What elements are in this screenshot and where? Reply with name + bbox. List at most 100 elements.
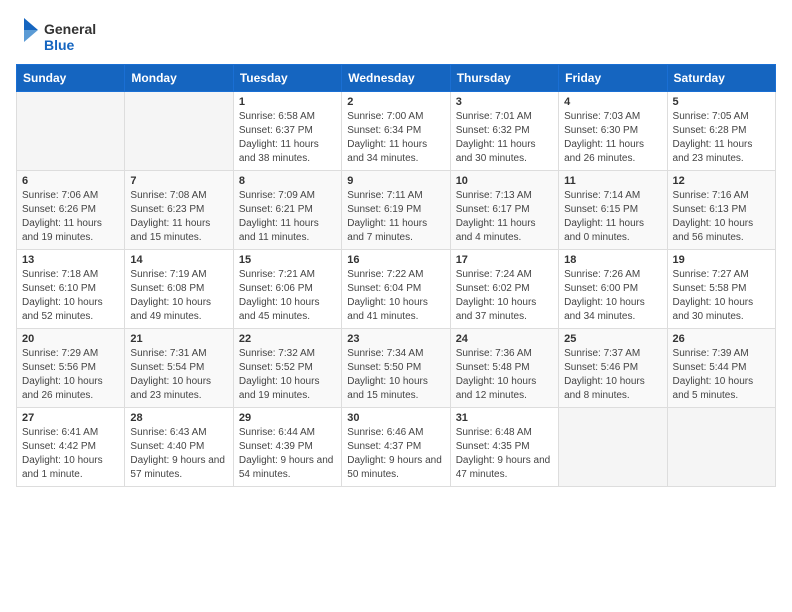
calendar: SundayMondayTuesdayWednesdayThursdayFrid… bbox=[16, 64, 776, 487]
day-cell: 7 Sunrise: 7:08 AMSunset: 6:23 PMDaylight… bbox=[125, 171, 233, 250]
day-number: 16 bbox=[347, 254, 444, 266]
day-number: 7 bbox=[130, 175, 227, 187]
day-info: Sunrise: 7:29 AMSunset: 5:56 PMDaylight:… bbox=[22, 347, 119, 403]
day-number: 2 bbox=[347, 96, 444, 108]
day-cell: 24 Sunrise: 7:36 AMSunset: 5:48 PMDayligh… bbox=[450, 329, 558, 408]
day-number: 12 bbox=[673, 175, 770, 187]
day-cell: 17 Sunrise: 7:24 AMSunset: 6:02 PMDayligh… bbox=[450, 250, 558, 329]
day-cell: 3 Sunrise: 7:01 AMSunset: 6:32 PMDaylight… bbox=[450, 92, 558, 171]
day-info: Sunrise: 7:21 AMSunset: 6:06 PMDaylight:… bbox=[239, 268, 336, 324]
day-cell: 11 Sunrise: 7:14 AMSunset: 6:15 PMDayligh… bbox=[559, 171, 667, 250]
day-cell: 20 Sunrise: 7:29 AMSunset: 5:56 PMDayligh… bbox=[17, 329, 125, 408]
day-cell: 27Sunrise: 6:41 AMSunset: 4:42 PMDayligh… bbox=[17, 408, 125, 487]
day-info: Sunrise: 6:58 AMSunset: 6:37 PMDaylight:… bbox=[239, 110, 336, 166]
day-info: Sunrise: 7:01 AMSunset: 6:32 PMDaylight:… bbox=[456, 110, 553, 166]
day-info: Sunrise: 7:16 AMSunset: 6:13 PMDaylight:… bbox=[673, 189, 770, 245]
day-info: Sunrise: 7:18 AMSunset: 6:10 PMDaylight:… bbox=[22, 268, 119, 324]
day-number: 19 bbox=[673, 254, 770, 266]
day-cell: 8 Sunrise: 7:09 AMSunset: 6:21 PMDaylight… bbox=[233, 171, 341, 250]
day-info: Sunrise: 7:31 AMSunset: 5:54 PMDaylight:… bbox=[130, 347, 227, 403]
day-number: 23 bbox=[347, 333, 444, 345]
day-cell bbox=[125, 92, 233, 171]
col-header-thursday: Thursday bbox=[450, 65, 558, 92]
col-header-friday: Friday bbox=[559, 65, 667, 92]
day-cell: 13 Sunrise: 7:18 AMSunset: 6:10 PMDayligh… bbox=[17, 250, 125, 329]
day-info: Sunrise: 7:26 AMSunset: 6:00 PMDaylight:… bbox=[564, 268, 661, 324]
day-number: 22 bbox=[239, 333, 336, 345]
week-row-5: 27Sunrise: 6:41 AMSunset: 4:42 PMDayligh… bbox=[17, 408, 776, 487]
day-number: 17 bbox=[456, 254, 553, 266]
day-number: 26 bbox=[673, 333, 770, 345]
day-info: Sunrise: 7:05 AMSunset: 6:28 PMDaylight:… bbox=[673, 110, 770, 166]
col-header-saturday: Saturday bbox=[667, 65, 775, 92]
day-info: Sunrise: 7:36 AMSunset: 5:48 PMDaylight:… bbox=[456, 347, 553, 403]
day-info: Sunrise: 7:39 AMSunset: 5:44 PMDaylight:… bbox=[673, 347, 770, 403]
day-cell bbox=[17, 92, 125, 171]
day-cell: 22 Sunrise: 7:32 AMSunset: 5:52 PMDayligh… bbox=[233, 329, 341, 408]
day-info: Sunrise: 7:08 AMSunset: 6:23 PMDaylight:… bbox=[130, 189, 227, 245]
week-row-3: 13 Sunrise: 7:18 AMSunset: 6:10 PMDayligh… bbox=[17, 250, 776, 329]
week-row-2: 6 Sunrise: 7:06 AMSunset: 6:26 PMDaylight… bbox=[17, 171, 776, 250]
day-info: Sunrise: 7:22 AMSunset: 6:04 PMDaylight:… bbox=[347, 268, 444, 324]
day-cell: 2 Sunrise: 7:00 AMSunset: 6:34 PMDaylight… bbox=[342, 92, 450, 171]
day-cell bbox=[667, 408, 775, 487]
day-info: Sunrise: 7:32 AMSunset: 5:52 PMDaylight:… bbox=[239, 347, 336, 403]
day-info: Sunrise: 7:19 AMSunset: 6:08 PMDaylight:… bbox=[130, 268, 227, 324]
day-number: 10 bbox=[456, 175, 553, 187]
day-info: Sunrise: 7:14 AMSunset: 6:15 PMDaylight:… bbox=[564, 189, 661, 245]
day-info: Sunrise: 6:48 AMSunset: 4:35 PMDaylight:… bbox=[456, 426, 553, 482]
day-number: 20 bbox=[22, 333, 119, 345]
col-header-tuesday: Tuesday bbox=[233, 65, 341, 92]
header: GeneralBlue bbox=[16, 16, 776, 56]
svg-text:Blue: Blue bbox=[44, 37, 75, 53]
day-number: 6 bbox=[22, 175, 119, 187]
day-cell: 6 Sunrise: 7:06 AMSunset: 6:26 PMDaylight… bbox=[17, 171, 125, 250]
day-cell: 14Sunrise: 7:19 AMSunset: 6:08 PMDayligh… bbox=[125, 250, 233, 329]
day-info: Sunrise: 7:27 AMSunset: 5:58 PMDaylight:… bbox=[673, 268, 770, 324]
day-number: 1 bbox=[239, 96, 336, 108]
day-number: 30 bbox=[347, 412, 444, 424]
day-cell: 10 Sunrise: 7:13 AMSunset: 6:17 PMDayligh… bbox=[450, 171, 558, 250]
day-cell: 25Sunrise: 7:37 AMSunset: 5:46 PMDayligh… bbox=[559, 329, 667, 408]
week-row-1: 1 Sunrise: 6:58 AMSunset: 6:37 PMDaylight… bbox=[17, 92, 776, 171]
day-cell: 1 Sunrise: 6:58 AMSunset: 6:37 PMDaylight… bbox=[233, 92, 341, 171]
day-cell: 30Sunrise: 6:46 AMSunset: 4:37 PMDayligh… bbox=[342, 408, 450, 487]
col-header-sunday: Sunday bbox=[17, 65, 125, 92]
day-number: 5 bbox=[673, 96, 770, 108]
day-number: 21 bbox=[130, 333, 227, 345]
day-info: Sunrise: 7:03 AMSunset: 6:30 PMDaylight:… bbox=[564, 110, 661, 166]
day-number: 15 bbox=[239, 254, 336, 266]
day-number: 28 bbox=[130, 412, 227, 424]
day-number: 4 bbox=[564, 96, 661, 108]
day-cell: 18Sunrise: 7:26 AMSunset: 6:00 PMDayligh… bbox=[559, 250, 667, 329]
day-cell: 26 Sunrise: 7:39 AMSunset: 5:44 PMDayligh… bbox=[667, 329, 775, 408]
col-header-monday: Monday bbox=[125, 65, 233, 92]
day-number: 25 bbox=[564, 333, 661, 345]
day-number: 24 bbox=[456, 333, 553, 345]
day-cell: 31Sunrise: 6:48 AMSunset: 4:35 PMDayligh… bbox=[450, 408, 558, 487]
day-cell: 12 Sunrise: 7:16 AMSunset: 6:13 PMDayligh… bbox=[667, 171, 775, 250]
day-info: Sunrise: 7:24 AMSunset: 6:02 PMDaylight:… bbox=[456, 268, 553, 324]
day-cell: 23 Sunrise: 7:34 AMSunset: 5:50 PMDayligh… bbox=[342, 329, 450, 408]
day-number: 3 bbox=[456, 96, 553, 108]
day-number: 13 bbox=[22, 254, 119, 266]
day-info: Sunrise: 6:41 AMSunset: 4:42 PMDaylight:… bbox=[22, 426, 119, 482]
day-cell: 19 Sunrise: 7:27 AMSunset: 5:58 PMDayligh… bbox=[667, 250, 775, 329]
day-info: Sunrise: 7:34 AMSunset: 5:50 PMDaylight:… bbox=[347, 347, 444, 403]
day-cell: 29Sunrise: 6:44 AMSunset: 4:39 PMDayligh… bbox=[233, 408, 341, 487]
svg-text:General: General bbox=[44, 21, 96, 37]
day-info: Sunrise: 7:00 AMSunset: 6:34 PMDaylight:… bbox=[347, 110, 444, 166]
day-cell: 21 Sunrise: 7:31 AMSunset: 5:54 PMDayligh… bbox=[125, 329, 233, 408]
day-number: 11 bbox=[564, 175, 661, 187]
day-info: Sunrise: 6:43 AMSunset: 4:40 PMDaylight:… bbox=[130, 426, 227, 482]
day-info: Sunrise: 7:13 AMSunset: 6:17 PMDaylight:… bbox=[456, 189, 553, 245]
day-cell: 5 Sunrise: 7:05 AMSunset: 6:28 PMDaylight… bbox=[667, 92, 775, 171]
day-number: 29 bbox=[239, 412, 336, 424]
day-cell bbox=[559, 408, 667, 487]
day-info: Sunrise: 7:06 AMSunset: 6:26 PMDaylight:… bbox=[22, 189, 119, 245]
logo: GeneralBlue bbox=[16, 16, 96, 56]
day-number: 9 bbox=[347, 175, 444, 187]
day-cell: 16 Sunrise: 7:22 AMSunset: 6:04 PMDayligh… bbox=[342, 250, 450, 329]
day-number: 8 bbox=[239, 175, 336, 187]
day-info: Sunrise: 7:09 AMSunset: 6:21 PMDaylight:… bbox=[239, 189, 336, 245]
